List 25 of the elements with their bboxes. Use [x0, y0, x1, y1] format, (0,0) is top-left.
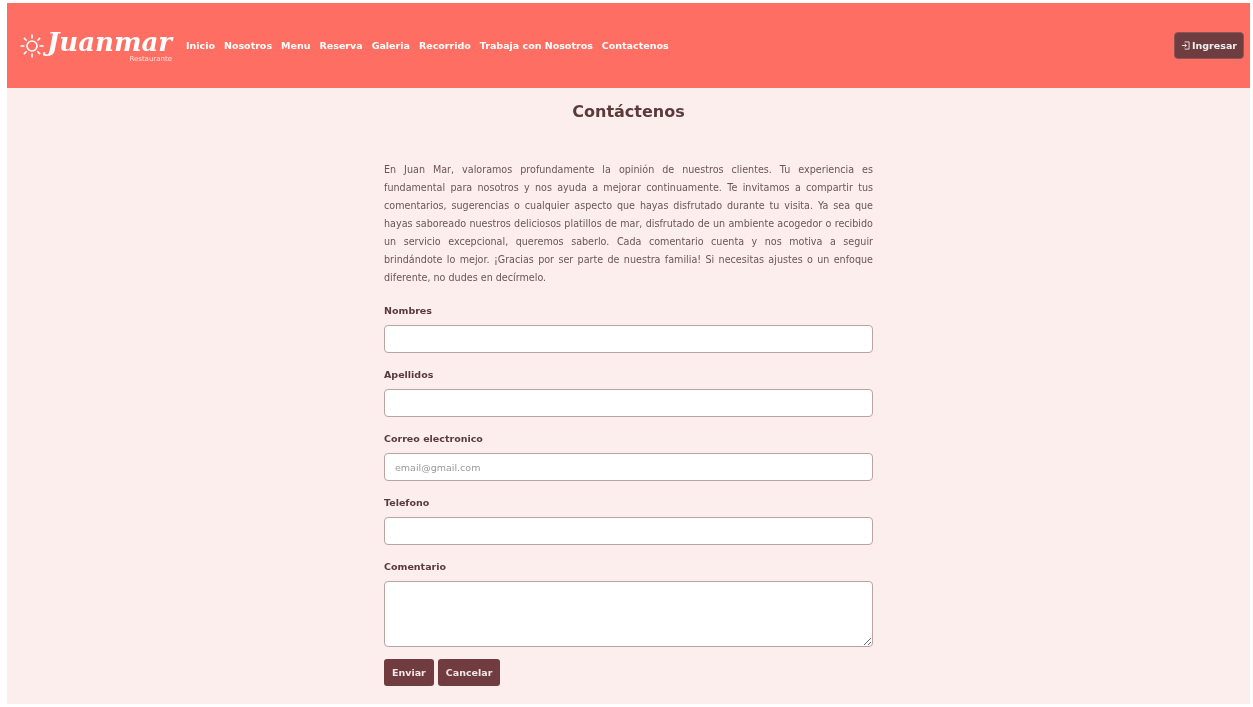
field-label: Telefono: [384, 497, 431, 508]
cancel-button[interactable]: Cancelar: [437, 659, 501, 686]
field-label: Correo electronico: [384, 433, 484, 444]
login-icon: [1181, 41, 1190, 50]
nav-link[interactable]: Inicio: [186, 40, 215, 51]
intro-paragraph: En Juan Mar, valoramos profundamente la opinión de nuestros clientes. Tu experiencia es fundamental para nosotros y nos ayuda a mejorar continuamente. Te invitamos a compartir tus comentarios, sugerencias o cualquier aspecto que hayas disfrutado durante tu visita. Ya sea que hayas saboreado nuestros deliciosos platillos de mar, disfrutado de un ambiente acogedor o recibido un servicio excepcional, queremos saberlo. Cada comentario cuenta y nos motiva a seguir brindándote lo mejor. ¡Gracias por ser parte de nuestra familia! Si necesitas ajustes o un enfoque diferente, no dudes en decírmelo.: [384, 163, 873, 285]
nav-link[interactable]: Menu: [281, 40, 311, 51]
submit-button[interactable]: Enviar: [384, 659, 434, 686]
input-field[interactable]: email@gmail.com: [384, 453, 873, 481]
input-field[interactable]: [384, 325, 873, 353]
nav-link[interactable]: Reserva: [319, 40, 363, 51]
field-label: Apellidos: [384, 369, 435, 380]
input-field[interactable]: [384, 517, 873, 545]
field-label: Nombres: [384, 305, 433, 316]
nav-link[interactable]: Recorrido: [418, 40, 471, 51]
field-label: Comentario: [384, 561, 448, 572]
page-title: Contáctenos: [572, 102, 685, 121]
sun-icon: [19, 32, 45, 59]
nav-link[interactable]: Nosotros: [224, 40, 273, 51]
login-button[interactable]: Ingresar: [1174, 32, 1244, 59]
nav-link[interactable]: Trabaja con Nosotros: [479, 40, 593, 51]
comment-field[interactable]: [384, 581, 873, 647]
input-field[interactable]: [384, 389, 873, 417]
nav-link[interactable]: Contactenos: [601, 40, 669, 51]
nav-link[interactable]: Galeria: [371, 40, 410, 51]
